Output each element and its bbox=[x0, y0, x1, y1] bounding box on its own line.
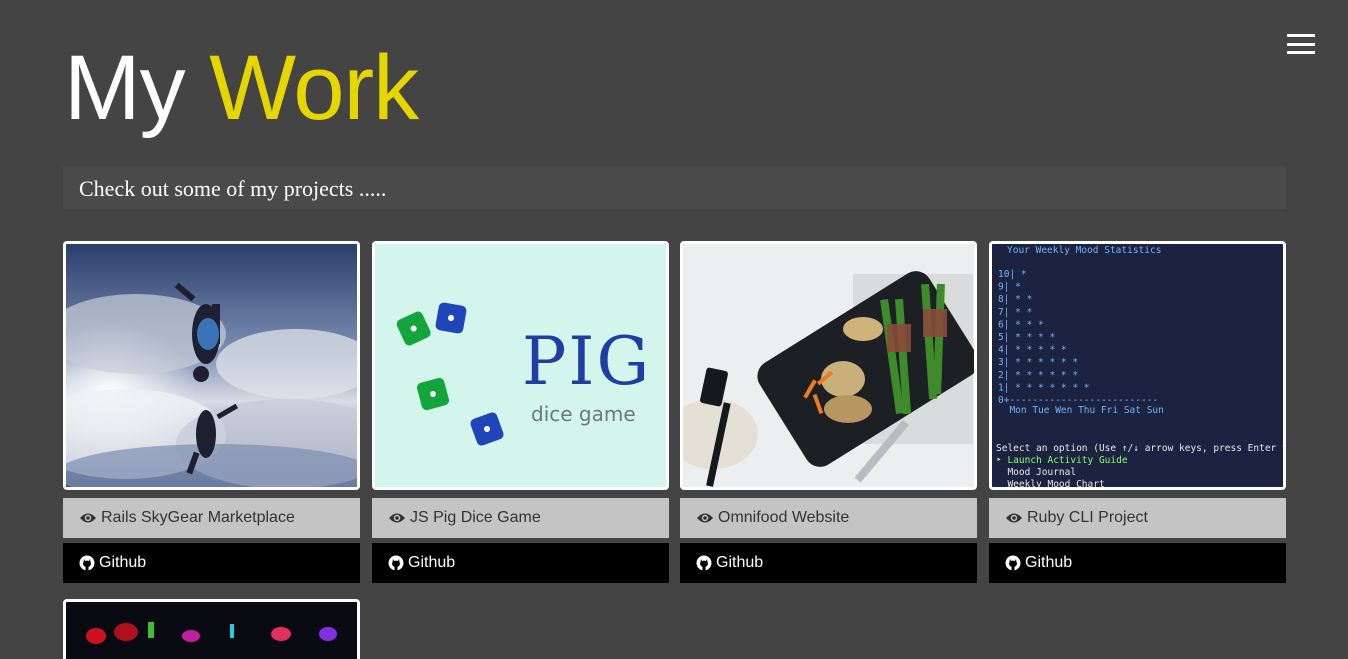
project-thumbnail-neon[interactable] bbox=[63, 599, 360, 659]
view-project-label: Rails SkyGear Marketplace bbox=[101, 509, 295, 526]
terminal-option-1: Mood Journal bbox=[996, 467, 1076, 478]
eye-icon bbox=[696, 511, 714, 525]
terminal-chart-row: 3| * * * * * * bbox=[998, 357, 1078, 368]
eye-icon bbox=[1005, 511, 1023, 525]
view-project-label: Omnifood Website bbox=[718, 509, 850, 526]
eye-icon bbox=[388, 511, 406, 525]
hamburger-menu-icon[interactable] bbox=[1287, 34, 1315, 54]
hamburger-bar bbox=[1287, 51, 1315, 54]
github-link-button[interactable]: Github bbox=[63, 543, 360, 583]
project-thumbnail-skydivers[interactable] bbox=[63, 241, 360, 490]
page-subtitle: Check out some of my projects ..... bbox=[63, 166, 1286, 209]
project-thumbnail-pig-dice[interactable]: PIG dice game bbox=[372, 241, 669, 490]
view-project-label: JS Pig Dice Game bbox=[410, 509, 541, 526]
terminal-prompt: Select an option (Use ↑/↓ arrow keys, pr… bbox=[996, 443, 1283, 454]
view-project-button[interactable]: Omnifood Website bbox=[680, 498, 977, 538]
terminal-chart-row: 9| * bbox=[998, 282, 1021, 293]
terminal-chart-row: 2| * * * * * * bbox=[998, 370, 1078, 381]
terminal-chart-row: 10| * bbox=[998, 269, 1027, 280]
view-project-button[interactable]: JS Pig Dice Game bbox=[372, 498, 669, 538]
github-link-button[interactable]: Github bbox=[680, 543, 977, 583]
github-link-label: Github bbox=[99, 554, 147, 571]
view-project-button[interactable]: Ruby CLI Project bbox=[989, 498, 1286, 538]
terminal-chart-row: 1| * * * * * * * bbox=[998, 382, 1090, 393]
terminal-chart-row: 7| * * bbox=[998, 307, 1032, 318]
github-icon bbox=[79, 555, 95, 571]
terminal-option-0: ‣ Launch Activity Guide bbox=[996, 455, 1128, 466]
title-work: Work bbox=[209, 37, 419, 139]
terminal-heading: Your Weekly Mood Statistics bbox=[1007, 245, 1161, 256]
project-thumbnail-food-plate[interactable] bbox=[680, 241, 977, 490]
pig-thumbnail-title: PIG bbox=[522, 323, 651, 400]
github-link-label: Github bbox=[408, 554, 456, 571]
project-card-ruby-cli: Your Weekly Mood Statistics 10| * 9| * 8… bbox=[989, 241, 1286, 583]
terminal-chart-row: 4| * * * * * bbox=[998, 345, 1067, 356]
eye-icon bbox=[79, 511, 97, 525]
view-project-button[interactable]: Rails SkyGear Marketplace bbox=[63, 498, 360, 538]
project-card-pig-dice: PIG dice game JS Pig Dice Game Github bbox=[372, 241, 669, 583]
view-project-label: Ruby CLI Project bbox=[1027, 509, 1148, 526]
github-link-label: Github bbox=[716, 554, 764, 571]
github-link-button[interactable]: Github bbox=[372, 543, 669, 583]
hamburger-bar bbox=[1287, 42, 1315, 46]
github-link-label: Github bbox=[1025, 554, 1073, 571]
terminal-chart-row: 6| * * * bbox=[998, 319, 1044, 330]
terminal-days: Mon Tue Wen Thu Fri Sat Sun bbox=[998, 405, 1164, 416]
github-icon bbox=[696, 555, 712, 571]
title-my: My bbox=[64, 37, 186, 139]
github-icon bbox=[388, 555, 404, 571]
terminal-chart-row: 8| * * bbox=[998, 294, 1032, 305]
project-card-partial bbox=[63, 599, 360, 659]
project-thumbnail-terminal[interactable]: Your Weekly Mood Statistics 10| * 9| * 8… bbox=[989, 241, 1286, 490]
pig-thumbnail-caption: dice game bbox=[531, 402, 636, 426]
github-icon bbox=[1005, 555, 1021, 571]
project-card-skygear: Rails SkyGear Marketplace Github bbox=[63, 241, 360, 583]
page-title: My Work bbox=[64, 42, 419, 134]
github-link-button[interactable]: Github bbox=[989, 543, 1286, 583]
terminal-chart-row: 5| * * * * bbox=[998, 332, 1055, 343]
terminal-option-2: Weekly Mood Chart bbox=[996, 479, 1105, 487]
project-card-omnifood: Omnifood Website Github bbox=[680, 241, 977, 583]
hamburger-bar bbox=[1287, 34, 1315, 37]
